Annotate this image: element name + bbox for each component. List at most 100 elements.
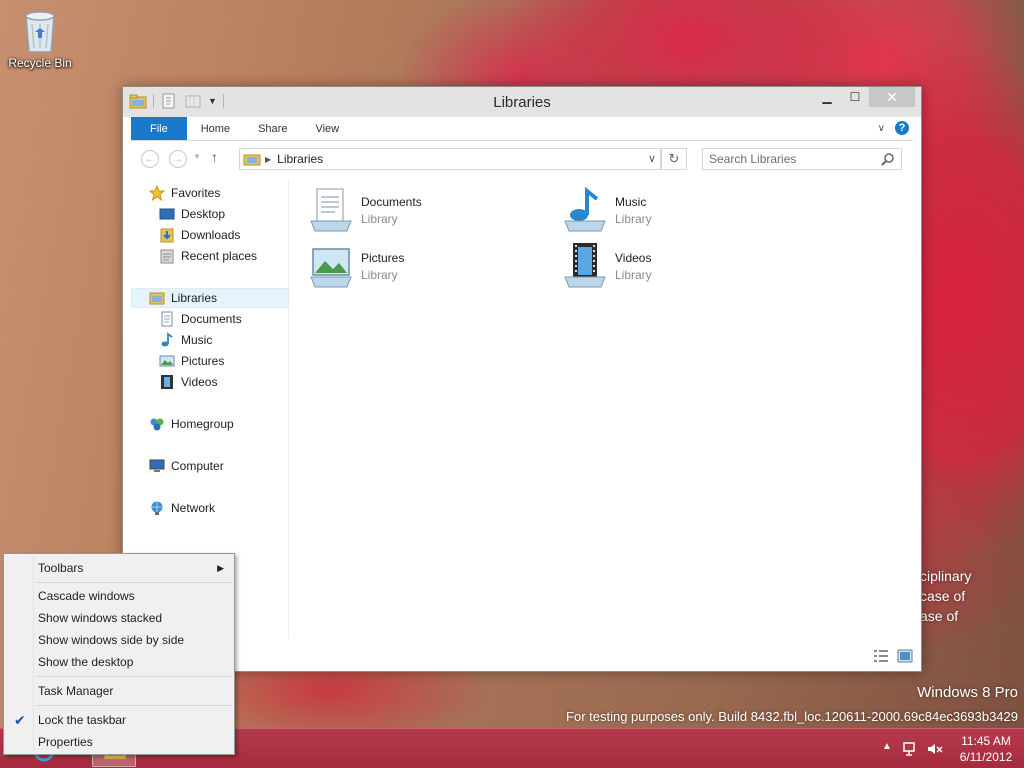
background-text-line: ase of <box>920 608 959 624</box>
menu-item-properties[interactable]: Properties <box>6 731 232 753</box>
library-videos[interactable]: Videos Library <box>561 241 801 291</box>
menu-separator <box>36 676 232 677</box>
library-type: Library <box>361 212 398 226</box>
clock-time: 11:45 AM <box>961 734 1011 748</box>
menu-item-lock-the-taskbar[interactable]: ✔ Lock the taskbar <box>6 709 232 731</box>
maximize-button[interactable]: ☐ <box>841 87 869 107</box>
large-icons-view-icon[interactable] <box>897 649 913 663</box>
breadcrumb-libraries[interactable]: Libraries <box>277 152 323 166</box>
view-switcher <box>873 649 913 663</box>
nav-computer-label: Computer <box>171 459 224 473</box>
search-box[interactable] <box>702 148 902 170</box>
ribbon-controls: ∨ ? <box>878 121 909 135</box>
menu-item-show-windows-side-by-side[interactable]: Show windows side by side <box>6 629 232 651</box>
network-icon <box>151 501 163 515</box>
back-button[interactable]: ← <box>141 150 159 168</box>
recent-places-icon <box>160 249 174 264</box>
library-music[interactable]: Music Library <box>561 185 801 235</box>
pictures-icon <box>159 355 175 367</box>
menu-item-task-manager[interactable]: Task Manager <box>6 680 232 702</box>
downloads-icon <box>160 228 174 243</box>
computer-icon <box>149 459 165 472</box>
menu-item-label: Lock the taskbar <box>38 713 127 727</box>
library-type: Library <box>615 212 652 226</box>
ribbon-tabs: File Home Share View ∨ ? <box>131 117 913 141</box>
videos-library-icon <box>564 243 606 288</box>
tab-home[interactable]: Home <box>187 117 244 140</box>
menu-separator <box>36 582 232 583</box>
window-title: Libraries <box>493 94 551 111</box>
show-hidden-icons-icon[interactable]: ▲ <box>878 741 896 757</box>
nav-libraries-label: Libraries <box>171 291 218 305</box>
desktop-icon <box>159 208 175 220</box>
nav-network[interactable]: Network <box>131 498 289 518</box>
address-bar-row: ← → ▼ ↑ ▶ Libraries ∨ ↻ <box>131 147 913 171</box>
details-view-icon[interactable] <box>873 649 889 663</box>
nav-videos-label: Videos <box>181 375 218 389</box>
star-icon <box>149 185 165 201</box>
tab-share[interactable]: Share <box>244 117 301 140</box>
clock-date: 6/11/2012 <box>959 750 1013 764</box>
documents-library-icon <box>310 188 352 232</box>
close-icon: ✕ <box>886 88 898 105</box>
forward-button[interactable]: → <box>169 150 187 168</box>
nav-desktop[interactable]: Desktop <box>131 204 289 224</box>
nav-desktop-label: Desktop <box>181 207 226 221</box>
minimize-button[interactable]: ▁ <box>813 87 841 107</box>
back-arrow-icon: ← <box>144 153 156 165</box>
nav-documents[interactable]: Documents <box>131 309 289 329</box>
nav-libraries[interactable]: Libraries <box>131 288 289 308</box>
expand-ribbon-icon[interactable]: ∨ <box>878 123 885 134</box>
refresh-icon: ↻ <box>668 151 680 166</box>
menu-item-label: Task Manager <box>38 684 114 698</box>
nav-documents-label: Documents <box>181 312 242 326</box>
library-name: Pictures <box>361 251 405 265</box>
watermark-edition: Windows 8 Pro <box>917 684 1018 701</box>
pictures-library-icon <box>310 248 352 288</box>
explorer-window: ▼ Libraries ▁ ☐ ✕ File Home Share View ∨… <box>122 86 922 672</box>
help-icon[interactable]: ? <box>895 121 909 135</box>
tab-view[interactable]: View <box>301 117 353 140</box>
clock[interactable]: 11:45 AM 6/11/2012 <box>950 733 1022 765</box>
library-pictures[interactable]: Pictures Library <box>307 241 547 291</box>
libraries-content: Documents Library Music Library Pictures… <box>299 179 909 639</box>
menu-item-show-the-desktop[interactable]: Show the desktop <box>6 651 232 673</box>
address-field[interactable]: ▶ Libraries ∨ <box>239 148 661 170</box>
library-type: Library <box>615 268 652 282</box>
nav-downloads[interactable]: Downloads <box>131 225 289 245</box>
breadcrumb-chevron-icon[interactable]: ▶ <box>265 155 271 164</box>
library-name: Documents <box>361 195 422 209</box>
watermark-build: For testing purposes only. Build 8432.fb… <box>566 709 1018 724</box>
library-documents[interactable]: Documents Library <box>307 185 547 235</box>
nav-homegroup-label: Homegroup <box>171 417 234 431</box>
tab-file[interactable]: File <box>131 117 187 140</box>
nav-pictures-label: Pictures <box>181 354 225 368</box>
network-status-icon[interactable] <box>902 741 920 757</box>
address-dropdown-icon[interactable]: ∨ <box>648 152 656 165</box>
search-input[interactable] <box>703 149 873 169</box>
nav-music[interactable]: Music <box>131 330 289 350</box>
close-button[interactable]: ✕ <box>869 87 915 107</box>
forward-arrow-icon: → <box>172 153 184 165</box>
recycle-bin[interactable]: Recycle Bin <box>4 6 76 70</box>
volume-muted-icon[interactable] <box>926 741 944 757</box>
refresh-button[interactable]: ↻ <box>661 148 687 170</box>
nav-computer[interactable]: Computer <box>131 456 289 476</box>
up-arrow-icon[interactable]: ↑ <box>211 149 218 165</box>
nav-recent-places[interactable]: Recent places <box>131 246 289 266</box>
menu-item-label: Show windows side by side <box>38 633 185 647</box>
menu-item-cascade-windows[interactable]: Cascade windows <box>6 585 232 607</box>
menu-item-toolbars[interactable]: Toolbars ▶ <box>6 557 232 579</box>
nav-homegroup[interactable]: Homegroup <box>131 414 289 434</box>
search-icon[interactable] <box>881 152 895 166</box>
library-type: Library <box>361 268 398 282</box>
recent-locations-icon[interactable]: ▼ <box>193 152 201 161</box>
menu-item-show-windows-stacked[interactable]: Show windows stacked <box>6 607 232 629</box>
nav-favorites[interactable]: Favorites <box>131 183 289 203</box>
menu-item-label: Properties <box>38 735 93 749</box>
nav-downloads-label: Downloads <box>181 228 241 242</box>
title-bar[interactable]: ▼ Libraries ▁ ☐ ✕ <box>123 87 921 117</box>
nav-recent-places-label: Recent places <box>181 249 258 263</box>
nav-videos[interactable]: Videos <box>131 372 289 392</box>
nav-pictures[interactable]: Pictures <box>131 351 289 371</box>
